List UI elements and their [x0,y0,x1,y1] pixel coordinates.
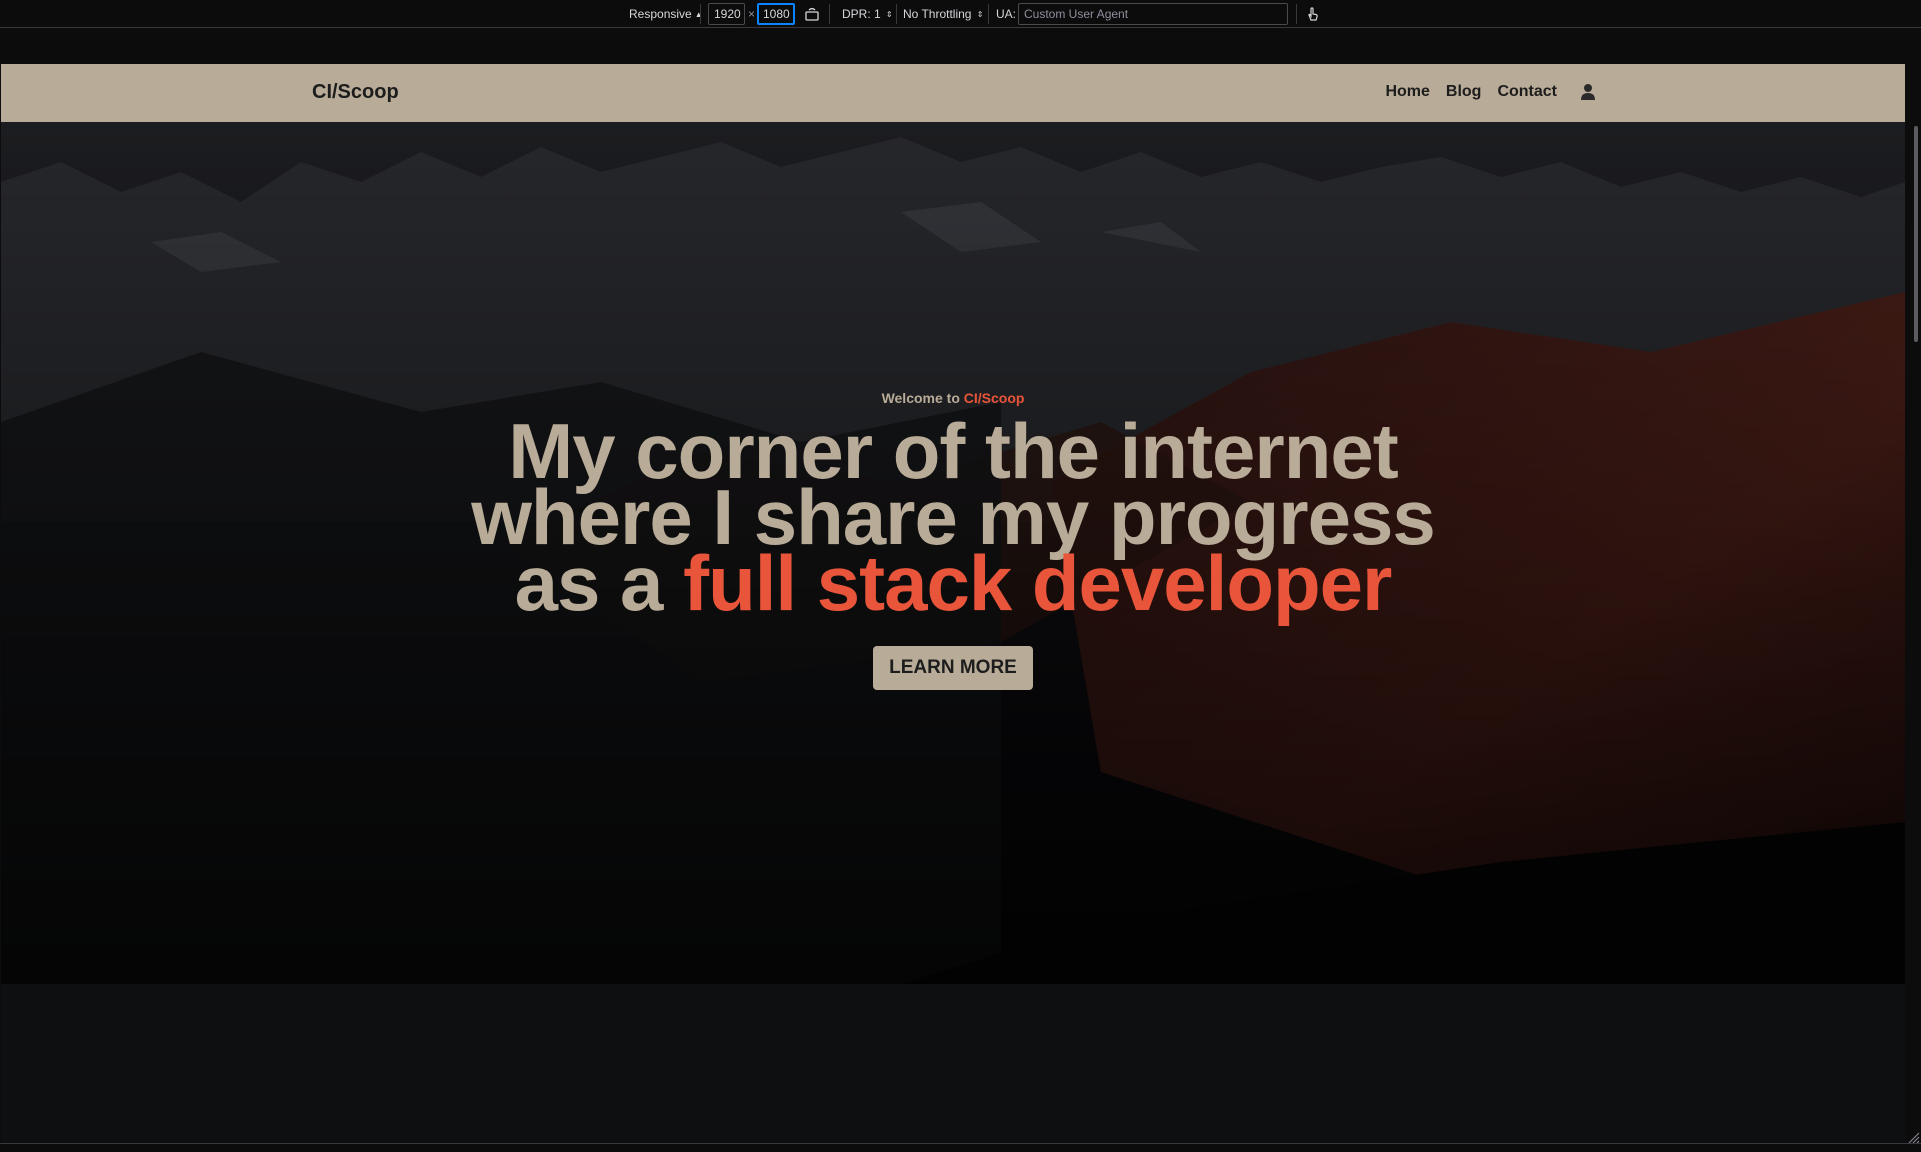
viewport-resize-handle-icon[interactable] [1906,1130,1920,1144]
scrollbar-thumb[interactable] [1914,126,1918,342]
site-navbar: CI/Scoop Home Blog Contact [1,64,1905,122]
viewport-height-input[interactable]: 1080 [757,3,795,25]
welcome-prefix: Welcome to [881,390,964,406]
welcome-text: Welcome to CI/Scoop [1,390,1905,406]
hero-section: Welcome to CI/Scoop My corner of the int… [1,122,1905,984]
toolbar-separator [896,4,897,24]
responsive-design-toolbar: Responsive ▲ 1920 × 1080 DPR: 1 ⇕ No Thro… [0,0,1921,28]
hero-content: Welcome to CI/Scoop My corner of the int… [1,390,1905,690]
user-icon[interactable] [1581,83,1595,101]
device-selector[interactable]: Responsive ▲ [629,5,703,23]
viewport-width-input[interactable]: 1920 [708,3,745,25]
site-brand[interactable]: CI/Scoop [312,81,399,104]
dimension-separator-icon: × [748,7,756,21]
dpr-selector[interactable]: DPR: 1 ⇕ [842,5,893,23]
throttling-label: No Throttling [903,7,972,21]
nav-contact[interactable]: Contact [1497,83,1557,101]
welcome-brand: CI/Scoop [963,390,1025,406]
headline-line-3-accent: full stack developer [683,539,1392,627]
toolbar-separator [1296,4,1297,24]
ua-label: UA: [996,7,1017,21]
device-selector-label: Responsive [629,7,692,21]
toolbar-separator [700,4,701,24]
responsive-viewport: CI/Scoop Home Blog Contact Welcome to CI… [1,64,1905,1142]
hero-headline: My corner of the internet where I share … [1,412,1905,622]
select-arrows-icon: ⇕ [974,10,984,19]
touch-simulation-icon[interactable] [1304,5,1322,23]
nav-home[interactable]: Home [1385,83,1429,101]
select-arrows-icon: ⇕ [883,10,893,19]
toolbar-separator [829,4,830,24]
headline-line-3-prefix: as a [514,539,684,627]
throttling-selector[interactable]: No Throttling ⇕ [903,5,983,23]
toolbar-separator [988,4,989,24]
user-agent-input[interactable]: Custom User Agent [1018,3,1288,25]
nav-blog[interactable]: Blog [1446,83,1482,101]
rotate-viewport-icon[interactable] [803,5,821,23]
bottom-border [0,1143,1921,1152]
dpr-label: DPR: 1 [842,7,881,21]
learn-more-button[interactable]: LEARN MORE [873,646,1033,690]
select-arrows-icon: ▲ [694,10,703,19]
nav-links: Home Blog Contact [1385,83,1595,101]
